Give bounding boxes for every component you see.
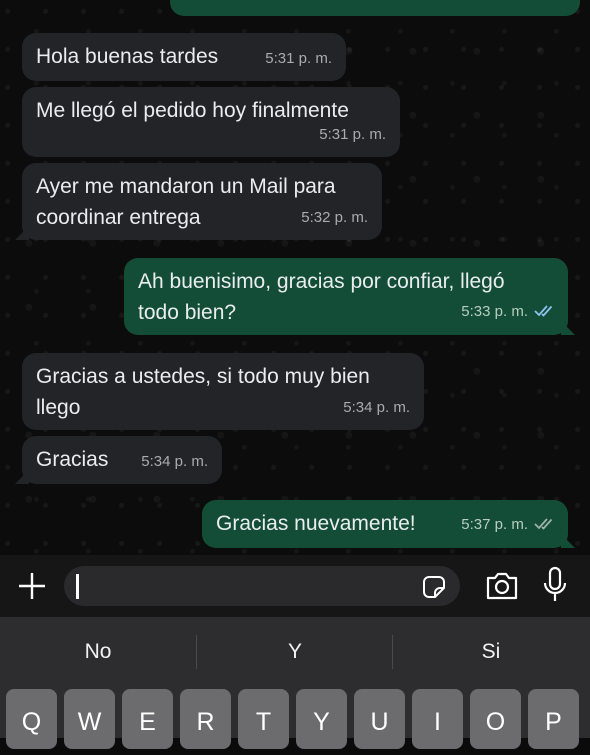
composer-bar xyxy=(0,555,590,617)
double-check-icon xyxy=(534,510,554,541)
message-bubble-1[interactable]: Hola buenas tardes 5:31 p. m. xyxy=(22,33,346,81)
suggestion-3[interactable]: Si xyxy=(393,617,589,685)
text-cursor xyxy=(76,574,79,599)
message-time: 5:31 p. m. xyxy=(265,50,332,67)
message-bubble-6[interactable]: Gracias 5:34 p. m. xyxy=(22,436,222,484)
key-y[interactable]: Y xyxy=(296,689,347,749)
key-t[interactable]: T xyxy=(238,689,289,749)
double-check-read-icon xyxy=(534,297,554,328)
suggestion-1[interactable]: No xyxy=(0,617,196,685)
camera-icon[interactable] xyxy=(484,570,520,602)
message-bubble-3[interactable]: Ayer me mandaron un Mail para coordinar … xyxy=(22,163,382,240)
partial-message-bubble[interactable] xyxy=(170,0,580,16)
message-bubble-5[interactable]: Gracias a ustedes, si todo muy bien lleg… xyxy=(22,353,424,430)
microphone-icon[interactable] xyxy=(542,566,568,604)
message-bubble-7[interactable]: Gracias nuevamente! 5:37 p. m. xyxy=(202,500,568,548)
plus-icon[interactable] xyxy=(16,570,48,602)
message-bubble-2[interactable]: Me llegó el pedido hoy finalmente 5:31 p… xyxy=(22,87,400,157)
message-time: 5:34 p. m. xyxy=(141,453,208,470)
message-input[interactable] xyxy=(64,566,460,606)
key-o[interactable]: O xyxy=(470,689,521,749)
chat-area[interactable]: Hola buenas tardes 5:31 p. m. Me llegó e… xyxy=(0,0,590,555)
message-time: 5:34 p. m. xyxy=(343,399,410,416)
sticker-icon[interactable] xyxy=(422,575,446,599)
message-meta: 5:33 p. m. xyxy=(461,296,554,328)
suggestion-2[interactable]: Y xyxy=(197,617,393,685)
message-time: 5:31 p. m. xyxy=(319,126,386,143)
message-meta: 5:37 p. m. xyxy=(461,509,554,541)
keyboard: No Y Si Q W E R T Y U I O P xyxy=(0,617,590,749)
message-bubble-4[interactable]: Ah buenisimo, gracias por confiar, llegó… xyxy=(124,258,568,335)
key-r[interactable]: R xyxy=(180,689,231,749)
key-w[interactable]: W xyxy=(64,689,115,749)
key-q[interactable]: Q xyxy=(6,689,57,749)
key-u[interactable]: U xyxy=(354,689,405,749)
message-time: 5:33 p. m. xyxy=(461,303,528,321)
message-time: 5:37 p. m. xyxy=(461,516,528,534)
key-e[interactable]: E xyxy=(122,689,173,749)
key-i[interactable]: I xyxy=(412,689,463,749)
message-time: 5:32 p. m. xyxy=(301,209,368,226)
key-p[interactable]: P xyxy=(528,689,579,749)
